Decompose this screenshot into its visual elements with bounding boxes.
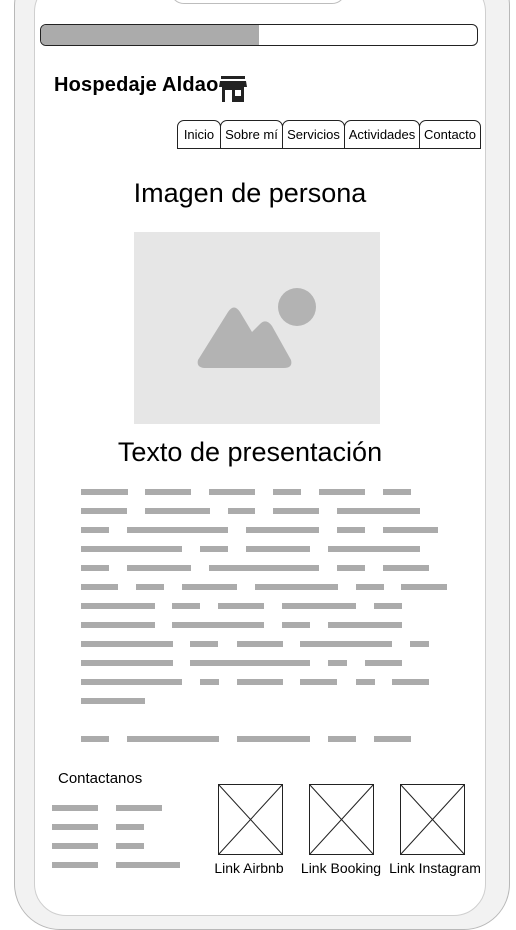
tab-servicios[interactable]: Servicios bbox=[282, 120, 345, 149]
instagram-link[interactable]: Link Instagram bbox=[385, 860, 485, 876]
airbnb-link-image[interactable] bbox=[218, 784, 284, 856]
progress-fill bbox=[41, 25, 259, 45]
booking-link-image[interactable] bbox=[309, 784, 375, 856]
tab-actividades[interactable]: Actividades bbox=[344, 120, 420, 149]
tab-contacto[interactable]: Contacto bbox=[419, 120, 481, 149]
tab-sobre-mi[interactable]: Sobre mí bbox=[220, 120, 283, 149]
brand-name: Hospedaje Aldao bbox=[54, 74, 219, 96]
storefront-icon bbox=[219, 76, 247, 102]
phone-speaker bbox=[170, 0, 346, 4]
booking-link[interactable]: Link Booking bbox=[291, 860, 391, 876]
airbnb-link[interactable]: Link Airbnb bbox=[199, 860, 299, 876]
image-placeholder-icon bbox=[197, 288, 316, 368]
main-nav: Inicio Sobre mí Servicios Actividades Co… bbox=[177, 120, 481, 149]
person-image-heading: Imagen de persona bbox=[133, 178, 367, 208]
person-image-placeholder bbox=[134, 232, 380, 424]
progress-bar bbox=[40, 24, 478, 46]
tab-inicio[interactable]: Inicio bbox=[177, 120, 221, 149]
instagram-link-image[interactable] bbox=[400, 784, 466, 856]
presentation-heading: Texto de presentación bbox=[117, 437, 383, 467]
contact-title: Contactanos bbox=[58, 770, 143, 787]
